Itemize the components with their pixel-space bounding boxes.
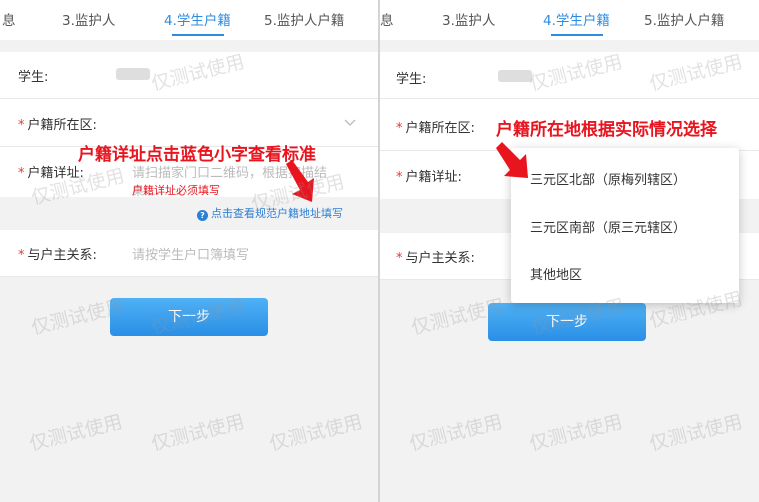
student-label: 学生: bbox=[396, 72, 427, 87]
next-step-button[interactable]: 下一步 bbox=[110, 298, 268, 336]
active-tab-indicator bbox=[551, 34, 603, 36]
annotation-text: 户籍详址点击蓝色小字查看标准 bbox=[78, 145, 316, 165]
student-row: 学生: bbox=[0, 52, 378, 98]
red-arrow-icon bbox=[496, 142, 528, 178]
watermark: 仅测试使用 bbox=[267, 410, 365, 456]
student-label: 学生: bbox=[18, 70, 49, 85]
hukou-district-label: * 户籍所在区: bbox=[396, 121, 475, 136]
tab-info[interactable]: 息 bbox=[2, 9, 16, 29]
tab-student-hukou[interactable]: 4.学生户籍 bbox=[164, 9, 231, 29]
tab-student-hukou[interactable]: 4.学生户籍 bbox=[543, 9, 610, 29]
question-icon: ? bbox=[197, 210, 208, 221]
tab-info[interactable]: 息 bbox=[380, 9, 394, 29]
watermark: 仅测试使用 bbox=[647, 410, 745, 456]
watermark: 仅测试使用 bbox=[27, 410, 125, 456]
watermark: 仅测试使用 bbox=[407, 410, 505, 456]
annotation-text: 户籍所在地根据实际情况选择 bbox=[496, 120, 717, 140]
tab-guardian[interactable]: 3.监护人 bbox=[442, 9, 495, 29]
hukou-district-label: * 户籍所在区: bbox=[18, 118, 97, 133]
hukou-address-error: 户籍详址必须填写 bbox=[132, 184, 220, 197]
relation-label: * 与户主关系: bbox=[396, 251, 475, 266]
watermark: 仅测试使用 bbox=[149, 410, 247, 456]
relation-row[interactable]: * 与户主关系: 请按学生户口簿填写 bbox=[0, 230, 378, 276]
dropdown-option-south[interactable]: 三元区南部（原三元辖区） bbox=[530, 217, 686, 236]
student-row: 学生: bbox=[380, 52, 759, 98]
hukou-address-label: * 户籍详址: bbox=[18, 166, 84, 181]
relation-input[interactable]: 请按学生户口簿填写 bbox=[132, 244, 249, 263]
right-screenshot-panel: 息 3.监护人 4.学生户籍 5.监护人户籍 学生: * 户籍所在区: * 户籍详址… bbox=[380, 0, 759, 502]
address-standard-help-link[interactable]: ? 点击查看规范户籍地址填写 bbox=[197, 205, 343, 221]
red-arrow-icon bbox=[286, 160, 314, 202]
relation-label: * 与户主关系: bbox=[18, 248, 97, 263]
left-screenshot-panel: 息 3.监护人 4.学生户籍 5.监护人户籍 学生: * 户籍所在区: * 户籍详址… bbox=[0, 0, 378, 502]
district-dropdown: 三元区北部（原梅列辖区） 三元区南部（原三元辖区） 其他地区 bbox=[511, 148, 739, 303]
step-tab-bar: 息 3.监护人 4.学生户籍 5.监护人户籍 bbox=[0, 0, 378, 40]
hukou-district-row[interactable]: * 户籍所在区: bbox=[0, 99, 378, 146]
student-name-redacted bbox=[498, 70, 532, 82]
chevron-down-icon[interactable] bbox=[344, 119, 356, 127]
tab-guardian-hukou[interactable]: 5.监护人户籍 bbox=[264, 9, 344, 29]
step-tab-bar: 息 3.监护人 4.学生户籍 5.监护人户籍 bbox=[380, 0, 759, 40]
tab-guardian[interactable]: 3.监护人 bbox=[62, 9, 115, 29]
active-tab-indicator bbox=[172, 34, 224, 36]
hukou-address-label: * 户籍详址: bbox=[396, 170, 462, 185]
row-divider bbox=[0, 276, 378, 277]
watermark: 仅测试使用 bbox=[527, 410, 625, 456]
next-step-button[interactable]: 下一步 bbox=[488, 303, 646, 341]
tab-guardian-hukou[interactable]: 5.监护人户籍 bbox=[644, 9, 724, 29]
dropdown-option-other[interactable]: 其他地区 bbox=[530, 264, 582, 283]
dropdown-option-north[interactable]: 三元区北部（原梅列辖区） bbox=[530, 169, 686, 188]
student-name-redacted bbox=[116, 68, 150, 80]
